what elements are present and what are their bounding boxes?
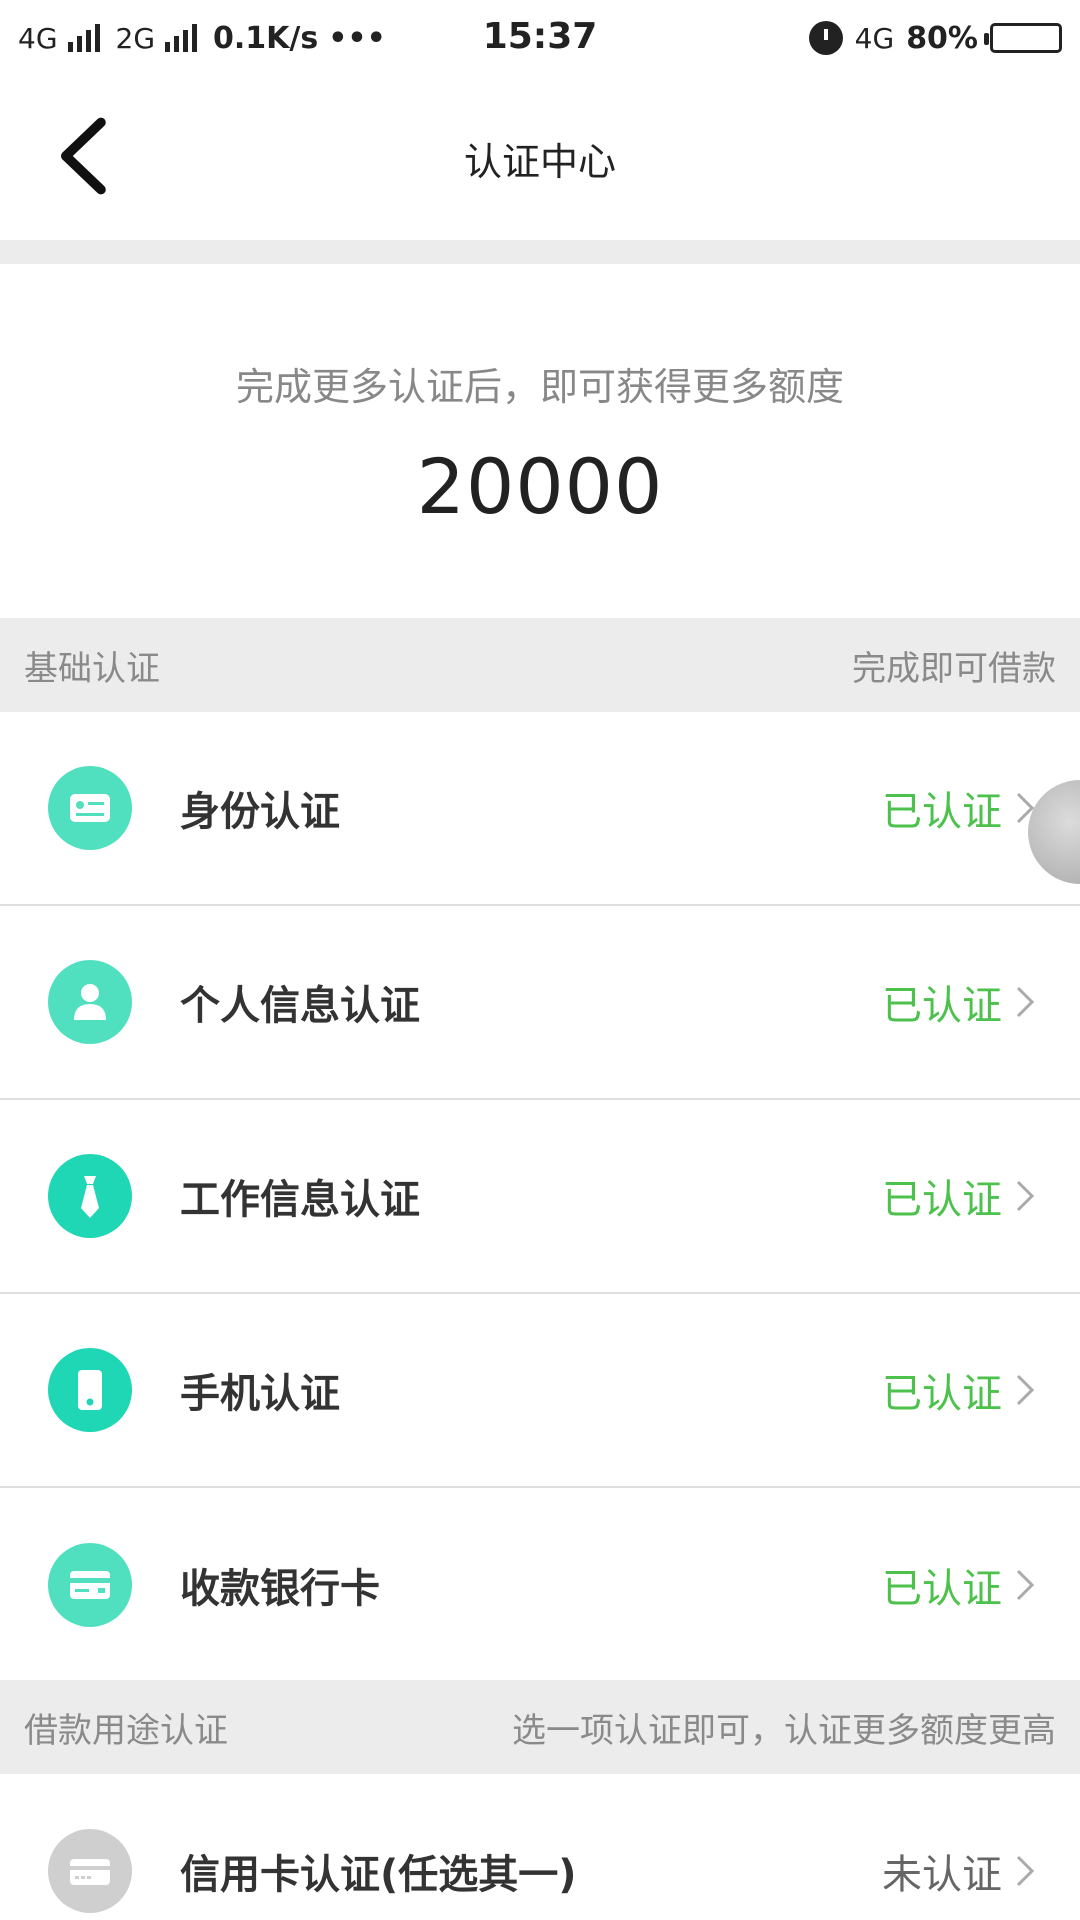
section-note: 选一项认证即可，认证更多额度更高 [512,1710,1056,1751]
credit-card-icon [48,1829,132,1913]
network-speed: 0.1K/s [213,20,319,56]
chevron-right-icon [1014,1178,1036,1214]
alarm-icon [808,21,843,55]
phone-icon [48,1348,132,1432]
chevron-right-icon [1014,984,1036,1020]
purpose-list: 信用卡认证(任选其一) 未认证 [0,1774,1080,1920]
item-status: 已认证 [882,983,1002,1029]
section-header-purpose: 借款用途认证 选一项认证即可，认证更多额度更高 [0,1680,1080,1774]
section-header-basic: 基础认证 完成即可借款 [0,618,1080,712]
basic-list: 身份认证 已认证 个人信息认证 已认证 工作信息认证 已认证 手机认证 已认证 … [0,712,1080,1682]
battery-percent: 80% [906,20,978,56]
item-status: 已认证 [882,1566,1002,1612]
bank-card-icon [48,1543,132,1627]
chevron-right-icon [1014,1372,1036,1408]
item-label: 个人信息认证 [180,983,420,1029]
battery-icon [984,23,1062,53]
network-type-1: 4G [18,21,58,55]
signal-icon [67,24,100,52]
quota-amount: 20000 [416,442,664,531]
network-type-2: 2G [115,21,156,55]
tie-icon [48,1154,132,1238]
page-title: 认证中心 [463,140,616,184]
list-item-work[interactable]: 工作信息认证 已认证 [0,1100,1080,1294]
item-label: 工作信息认证 [180,1177,420,1223]
status-bar: 4G 2G 0.1K/s ••• 15:37 4G 80% [0,0,1080,76]
item-label: 收款银行卡 [180,1566,380,1612]
list-item-id[interactable]: 身份认证 已认证 [0,712,1080,906]
item-status: 已认证 [882,789,1002,835]
status-left: 4G 2G 0.1K/s ••• [18,21,386,56]
item-label: 信用卡认证(任选其一) [180,1852,577,1898]
nav-bar: 认证中心 [0,76,1080,240]
quota-tip: 完成更多认证后，即可获得更多额度 [235,365,844,409]
item-status: 已认证 [882,1371,1002,1417]
list-item-phone[interactable]: 手机认证 已认证 [0,1294,1080,1488]
status-right: 4G 80% [808,20,1062,56]
more-dots: ••• [328,20,386,56]
quota-panel: 完成更多认证后，即可获得更多额度 20000 [0,264,1080,618]
section-title: 基础认证 [24,648,160,689]
chevron-right-icon [1014,1853,1036,1889]
item-status: 未认证 [882,1852,1002,1898]
network-type-3: 4G [854,21,895,55]
item-status: 已认证 [882,1177,1002,1223]
section-title: 借款用途认证 [24,1710,228,1751]
list-item-bank-card[interactable]: 收款银行卡 已认证 [0,1488,1080,1682]
list-item-credit-card[interactable]: 信用卡认证(任选其一) 未认证 [0,1774,1080,1920]
section-note: 完成即可借款 [852,648,1056,689]
item-label: 手机认证 [180,1371,340,1417]
id-card-icon [48,766,132,850]
signal-icon [165,24,198,52]
list-item-personal[interactable]: 个人信息认证 已认证 [0,906,1080,1100]
divider [0,240,1080,264]
chevron-right-icon [1014,1567,1036,1603]
person-icon [48,960,132,1044]
item-label: 身份认证 [180,789,340,835]
